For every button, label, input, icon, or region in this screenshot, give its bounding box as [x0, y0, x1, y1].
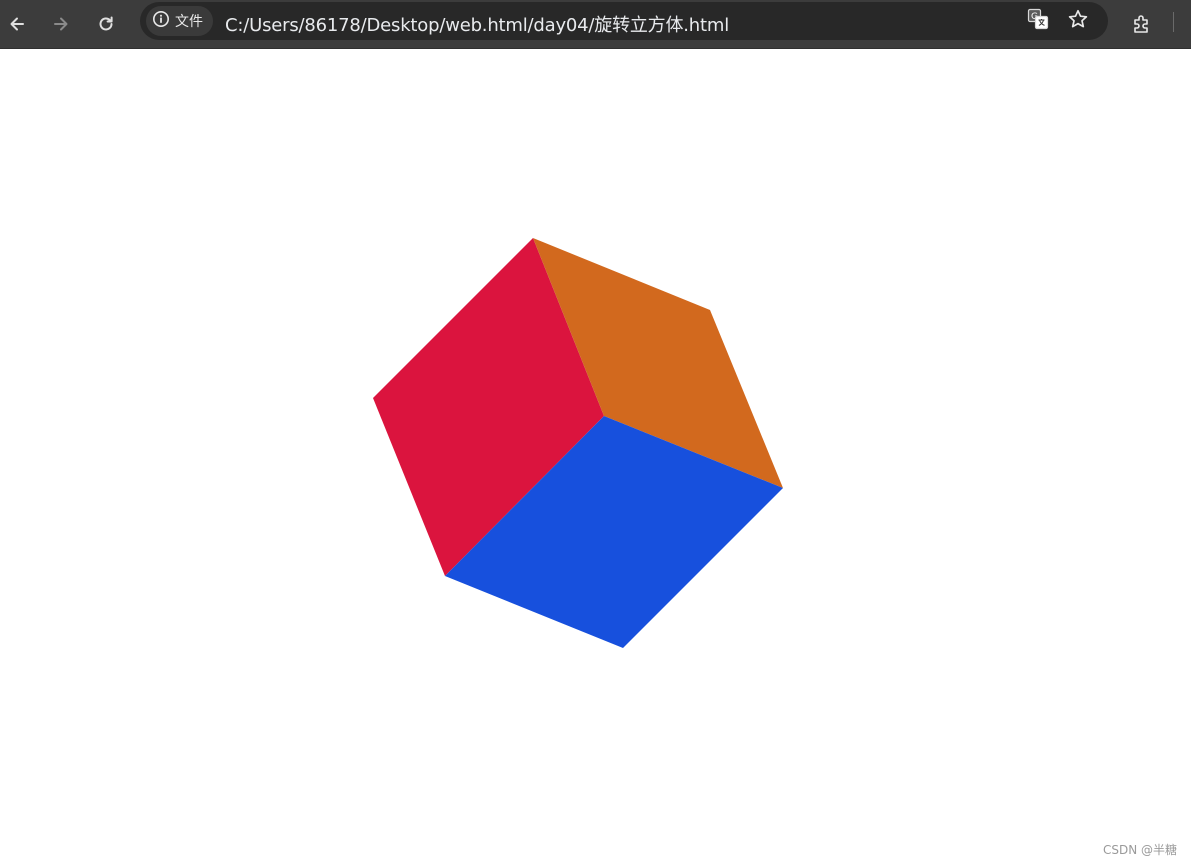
info-icon — [152, 10, 170, 32]
reload-icon — [97, 15, 115, 33]
extensions-button[interactable] — [1127, 9, 1157, 39]
reload-button[interactable] — [91, 9, 121, 39]
site-chip-label: 文件 — [175, 14, 203, 30]
browser-toolbar: 文件 C:/Users/86178/Desktop/web.html/day04… — [0, 0, 1191, 49]
star-icon — [1067, 8, 1089, 35]
csdn-watermark: CSDN @半糖 — [1102, 843, 1177, 857]
back-button[interactable] — [2, 9, 32, 39]
forward-button[interactable] — [46, 9, 76, 39]
rotating-cube — [373, 238, 783, 648]
puzzle-icon — [1131, 13, 1153, 35]
page-content: CSDN @半糖 — [0, 49, 1191, 866]
arrow-left-icon — [8, 15, 26, 33]
address-bar[interactable]: 文件 C:/Users/86178/Desktop/web.html/day04… — [140, 2, 1108, 40]
translate-button[interactable]: G — [1025, 8, 1051, 34]
url-text[interactable]: C:/Users/86178/Desktop/web.html/day04/旋转… — [225, 11, 729, 37]
site-info-chip[interactable]: 文件 — [146, 6, 213, 36]
translate-icon: G — [1027, 8, 1049, 35]
bookmark-button[interactable] — [1065, 8, 1091, 34]
arrow-right-icon — [52, 15, 70, 33]
toolbar-divider — [1173, 12, 1174, 32]
